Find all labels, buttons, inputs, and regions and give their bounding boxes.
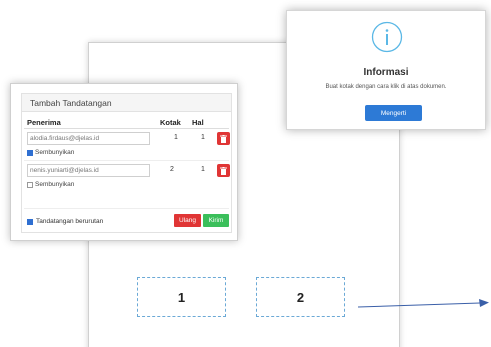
column-header-page: Hal — [192, 118, 204, 127]
understand-button[interactable]: Mengerti — [365, 105, 422, 121]
sequential-checkbox[interactable] — [27, 218, 33, 225]
column-header-box: Kotak — [160, 118, 181, 127]
sequential-checkbox-row[interactable]: Tandatangan berurutan — [27, 218, 103, 225]
signature-box-1[interactable]: 1 — [137, 277, 226, 317]
delete-button[interactable] — [217, 164, 230, 177]
trash-icon — [220, 134, 227, 143]
hide-checkbox[interactable] — [27, 181, 33, 188]
dialog-message: Buat kotak dengan cara klik di atas doku… — [325, 84, 447, 90]
hide-label: Sembunyikan — [35, 181, 75, 188]
page-number: 1 — [201, 134, 205, 141]
delete-button[interactable] — [217, 132, 230, 145]
box-number: 1 — [174, 134, 178, 141]
recipient-email-input[interactable] — [27, 164, 150, 177]
signature-box-2[interactable]: 2 — [256, 277, 345, 317]
info-dialog: Informasi Buat kotak dengan cara klik di… — [286, 10, 486, 130]
trash-icon — [220, 166, 227, 175]
reset-button[interactable]: Ulang — [174, 214, 201, 227]
sequential-label: Tandatangan berurutan — [36, 218, 104, 225]
box-number: 2 — [170, 166, 174, 173]
column-header-recipient: Penerima — [27, 118, 61, 127]
signature-panel: Tambah Tandatangan Penerima Kotak Hal 1 … — [10, 83, 238, 241]
dialog-title: Informasi — [363, 67, 409, 78]
page-number: 1 — [201, 166, 205, 173]
hide-checkbox[interactable] — [27, 149, 33, 156]
panel-title: Tambah Tandatangan — [22, 94, 231, 112]
hide-checkbox-row[interactable]: Sembunyikan — [27, 181, 74, 188]
signature-panel-body: Tambah Tandatangan Penerima Kotak Hal 1 … — [21, 93, 232, 233]
hide-label: Sembunyikan — [35, 149, 75, 156]
divider — [24, 160, 229, 161]
divider — [24, 208, 229, 209]
hide-checkbox-row[interactable]: Sembunyikan — [27, 149, 74, 156]
arrow-icon — [358, 299, 489, 308]
recipient-email-input[interactable] — [27, 132, 150, 145]
info-icon — [371, 21, 403, 53]
divider — [24, 128, 229, 129]
send-button[interactable]: Kirim — [203, 214, 229, 227]
